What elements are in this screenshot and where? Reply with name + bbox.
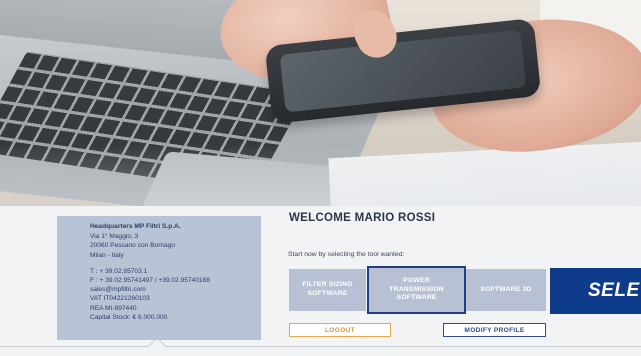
bottom-divider: [0, 346, 641, 347]
tool-select-partial[interactable]: SELE: [550, 268, 641, 314]
fax-number: F : + 39.02.95741497 / +39.02.95740188: [90, 277, 210, 285]
tool-label-line: SOFTWARE: [307, 290, 348, 297]
rea-number: REA MI-997440: [90, 304, 137, 312]
tool-label-line: POWER: [403, 276, 430, 284]
logout-button[interactable]: LOGOUT: [289, 323, 391, 337]
hero-fade: [0, 0, 641, 206]
address-line-1: Via 1° Maggio, 3: [90, 233, 139, 241]
tool-software-3d[interactable]: SOFTWARE 3D: [466, 269, 546, 311]
tool-label-line: SOFTWARE 3D: [480, 285, 532, 293]
tool-filter-sizing-software[interactable]: FILTER SIZING SOFTWARE: [289, 269, 366, 311]
phone-number: T : + 39.02.95703.1: [90, 267, 148, 275]
tool-label-line: SOFTWARE: [396, 294, 437, 302]
vat-number: VAT IT04221260103: [90, 295, 150, 303]
tool-label-line: SELE: [588, 279, 640, 301]
welcome-title: WELCOME MARIO ROSSI: [289, 212, 436, 224]
hero-image: [0, 0, 641, 206]
capital-stock: Capital Stock: € 6.000.000: [90, 313, 168, 321]
modify-profile-button[interactable]: MODIFY PROFILE: [443, 323, 546, 337]
tool-label-line: TRANSMISSION: [389, 285, 444, 293]
address-line-3: Milan - Italy: [90, 251, 124, 259]
email-address: sales@mpfiltri.com: [90, 286, 146, 294]
address-line-2: 20060 Pessano con Bornago: [90, 242, 176, 250]
headquarters-label: Headquarters MP Filtri S.p.A.: [90, 223, 181, 230]
welcome-subtitle: Start now by selecting the tool wanted:: [288, 251, 405, 258]
tool-label-line: FILTER SIZING: [302, 281, 353, 289]
company-info-card: Headquarters MP Filtri S.p.A. Via 1° Mag…: [57, 216, 261, 340]
tool-power-transmission-software[interactable]: POWER TRANSMISSION SOFTWARE: [367, 266, 466, 314]
